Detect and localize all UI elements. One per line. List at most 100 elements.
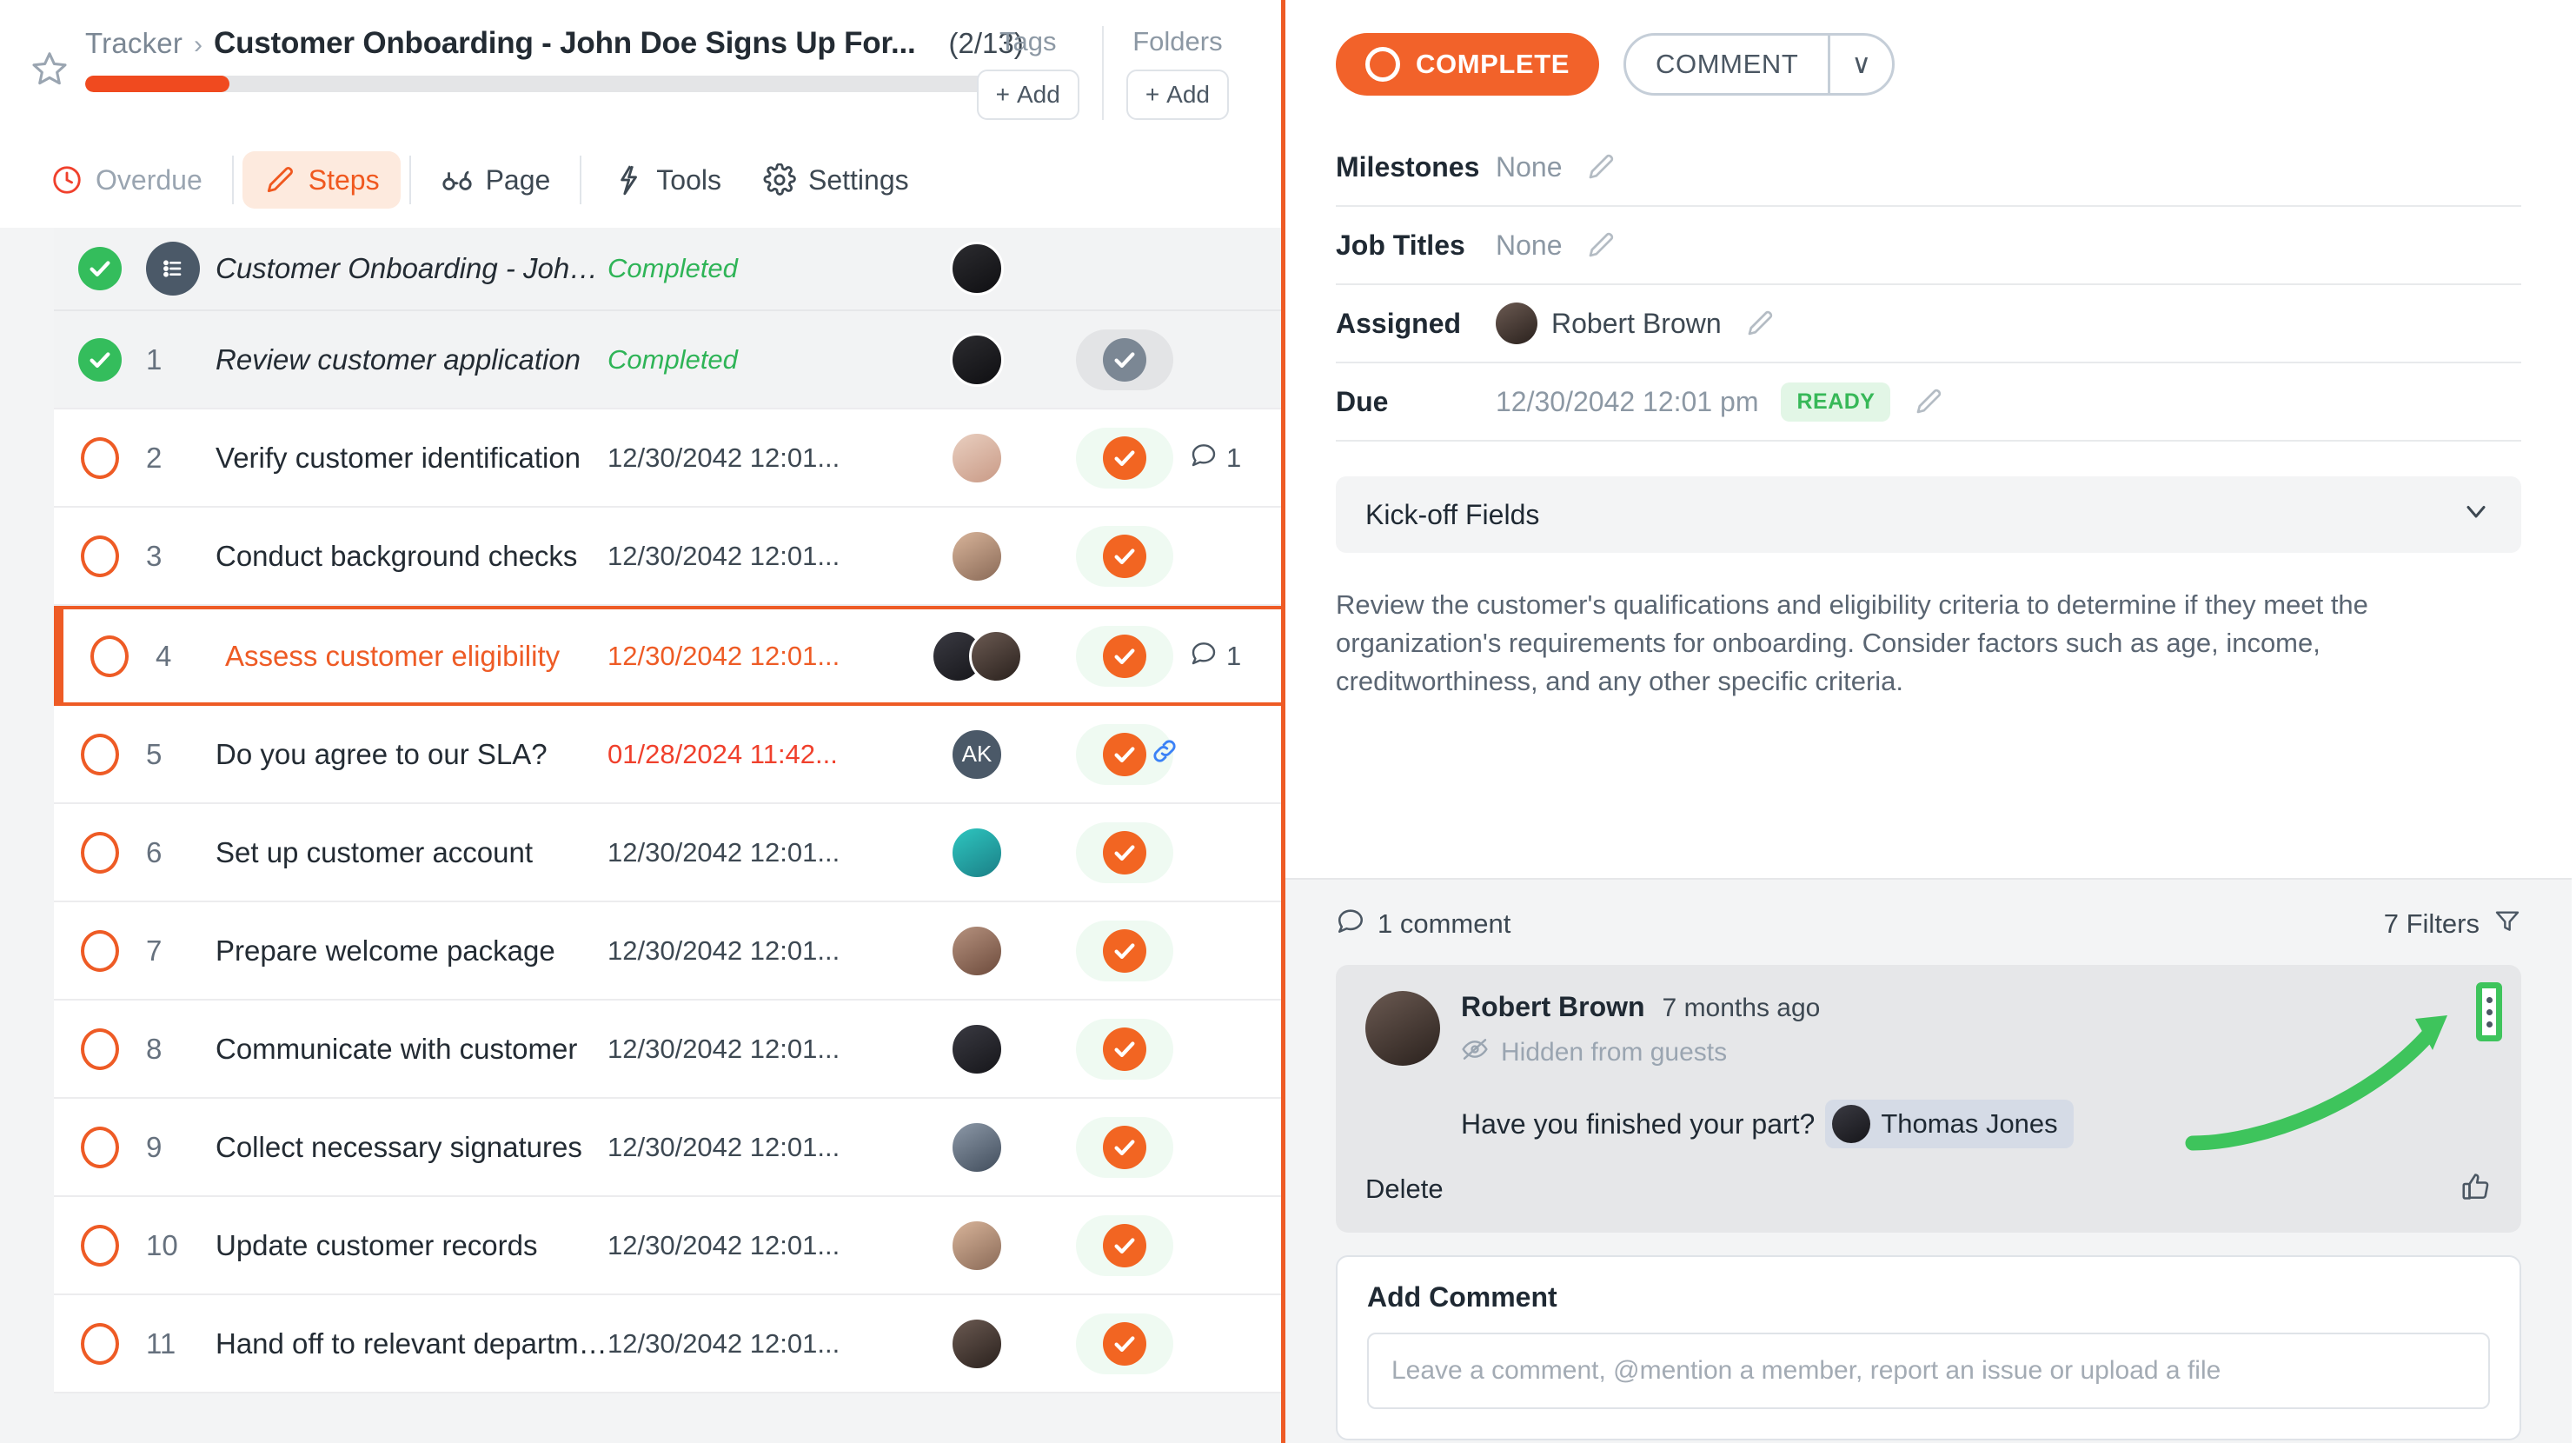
- breadcrumb-root[interactable]: Tracker: [85, 27, 183, 60]
- step-name[interactable]: Verify customer identification: [200, 442, 607, 475]
- avatar[interactable]: [950, 825, 1004, 880]
- step-checkbox[interactable]: [54, 929, 146, 972]
- step-checkbox[interactable]: [63, 635, 156, 677]
- delete-comment-button[interactable]: Delete: [1365, 1174, 1444, 1205]
- chevron-down-icon[interactable]: ∨: [1830, 49, 1892, 80]
- step-action-cell[interactable]: [1059, 1018, 1190, 1080]
- step-action-cell[interactable]: [1059, 427, 1190, 489]
- step-action-cell[interactable]: [1059, 920, 1190, 981]
- avatar[interactable]: [950, 242, 1004, 296]
- step-name[interactable]: Set up customer account: [200, 836, 607, 869]
- avatar[interactable]: [950, 923, 1004, 978]
- step-action-cell[interactable]: [1059, 1116, 1190, 1178]
- edit-pencil-icon[interactable]: [1585, 229, 1617, 261]
- step-name[interactable]: Hand off to relevant department: [200, 1327, 607, 1360]
- avatar[interactable]: [950, 332, 1004, 387]
- tab-steps[interactable]: Steps: [242, 151, 401, 209]
- complete-step-button[interactable]: [1076, 1018, 1173, 1080]
- step-name[interactable]: Conduct background checks: [200, 540, 607, 573]
- step-action-cell[interactable]: [1059, 525, 1190, 587]
- complete-step-button[interactable]: [1076, 821, 1173, 883]
- avatar[interactable]: [950, 1120, 1004, 1174]
- edit-pencil-icon[interactable]: [1744, 308, 1776, 339]
- step-action-cell[interactable]: [1059, 821, 1190, 883]
- step-comment-count[interactable]: 1: [1190, 639, 1281, 674]
- complete-step-button[interactable]: [1076, 920, 1173, 981]
- step-name[interactable]: Collect necessary signatures: [200, 1131, 607, 1164]
- complete-step-button[interactable]: [1076, 1313, 1173, 1374]
- step-checkbox[interactable]: [54, 733, 146, 775]
- table-row[interactable]: 2 Verify customer identification 12/30/204…: [54, 409, 1281, 508]
- step-checkbox[interactable]: [54, 1126, 146, 1168]
- step-checkbox[interactable]: [54, 535, 146, 577]
- thumbs-up-icon[interactable]: [2460, 1171, 2492, 1207]
- parent-status-icon[interactable]: [54, 247, 146, 290]
- step-name[interactable]: Update customer records: [200, 1229, 607, 1262]
- avatar[interactable]: [950, 1316, 1004, 1371]
- step-action-cell[interactable]: [1059, 1313, 1190, 1374]
- table-row[interactable]: 8 Communicate with customer 12/30/2042 12:…: [54, 1001, 1281, 1099]
- edit-pencil-icon[interactable]: [1913, 386, 1944, 417]
- edit-pencil-icon[interactable]: [1585, 151, 1617, 183]
- step-name[interactable]: Prepare welcome package: [200, 934, 607, 968]
- tab-tools[interactable]: Tools: [590, 151, 742, 209]
- complete-button[interactable]: COMPLETE: [1336, 33, 1600, 96]
- tab-label: Page: [485, 163, 551, 196]
- step-checkbox[interactable]: [54, 1322, 146, 1365]
- mention-chip[interactable]: Thomas Jones: [1825, 1100, 2074, 1148]
- tab-page[interactable]: Page: [420, 151, 572, 209]
- clock-icon: [50, 163, 83, 196]
- step-checkbox[interactable]: [54, 436, 146, 479]
- link-icon[interactable]: [1150, 736, 1179, 770]
- table-row[interactable]: 10 Update customer records 12/30/2042 12:0…: [54, 1197, 1281, 1295]
- table-row[interactable]: 1 Review customer application Completed: [54, 311, 1281, 409]
- table-row[interactable]: 11 Hand off to relevant department 12/30/2…: [54, 1295, 1281, 1393]
- step-action-cell[interactable]: [1059, 329, 1190, 390]
- avatar[interactable]: [950, 1218, 1004, 1273]
- comment-button-group[interactable]: COMMENT ∨: [1623, 33, 1895, 96]
- step-name[interactable]: Do you agree to our SLA?: [200, 738, 607, 771]
- complete-step-button[interactable]: [1076, 625, 1173, 687]
- complete-step-button[interactable]: [1076, 329, 1173, 390]
- add-tag-button[interactable]: + Add: [976, 70, 1079, 120]
- favorite-star-icon[interactable]: [30, 49, 70, 89]
- step-checkbox[interactable]: [54, 337, 146, 382]
- comment-filters[interactable]: 7 Filters: [2384, 907, 2521, 941]
- complete-step-button[interactable]: [1076, 1116, 1173, 1178]
- steps-parent-row[interactable]: Customer Onboarding - John Do...Complete…: [54, 228, 1281, 311]
- step-action-cell[interactable]: [1059, 625, 1190, 687]
- table-row[interactable]: 7 Prepare welcome package 12/30/2042 12:01…: [54, 902, 1281, 1001]
- avatar[interactable]: [1365, 991, 1440, 1066]
- table-row[interactable]: 3 Conduct background checks 12/30/2042 12:…: [54, 508, 1281, 606]
- complete-step-button[interactable]: [1076, 1214, 1173, 1276]
- add-comment-input[interactable]: Leave a comment, @mention a member, repo…: [1367, 1333, 2490, 1409]
- step-name[interactable]: Review customer application: [200, 343, 607, 376]
- tab-settings[interactable]: Settings: [742, 151, 930, 209]
- step-action-cell[interactable]: [1059, 1214, 1190, 1276]
- avatar[interactable]: AK: [950, 727, 1004, 781]
- meta-label: Job Titles: [1336, 229, 1465, 261]
- avatar[interactable]: [950, 529, 1004, 583]
- table-row[interactable]: 4 Assess customer eligibility 12/30/2042 1…: [54, 606, 1281, 706]
- chevron-down-icon[interactable]: [2460, 495, 2492, 534]
- step-comment-count[interactable]: 1: [1190, 441, 1281, 475]
- tab-overdue[interactable]: Overdue: [30, 151, 223, 209]
- kickoff-fields-section[interactable]: Kick-off Fields: [1336, 476, 2521, 553]
- complete-step-button[interactable]: [1076, 525, 1173, 587]
- avatar[interactable]: [969, 628, 1023, 683]
- avatar[interactable]: [950, 430, 1004, 485]
- table-row[interactable]: 9 Collect necessary signatures 12/30/2042 …: [54, 1099, 1281, 1197]
- step-checkbox[interactable]: [54, 1224, 146, 1267]
- step-name[interactable]: Assess customer eligibility: [209, 640, 607, 673]
- step-checkbox[interactable]: [54, 1027, 146, 1070]
- table-row[interactable]: 6 Set up customer account 12/30/2042 12:01…: [54, 804, 1281, 902]
- add-folder-button[interactable]: + Add: [1125, 70, 1229, 120]
- filter-icon[interactable]: [2493, 907, 2521, 941]
- avatar[interactable]: [950, 1021, 1004, 1076]
- step-name[interactable]: Communicate with customer: [200, 1033, 607, 1066]
- complete-step-button[interactable]: [1076, 427, 1173, 489]
- table-row[interactable]: 5 Do you agree to our SLA? 01/28/2024 11:4…: [54, 706, 1281, 804]
- step-action-cell[interactable]: [1059, 723, 1190, 785]
- comment-options-kebab-button[interactable]: [2476, 982, 2502, 1041]
- step-checkbox[interactable]: [54, 831, 146, 874]
